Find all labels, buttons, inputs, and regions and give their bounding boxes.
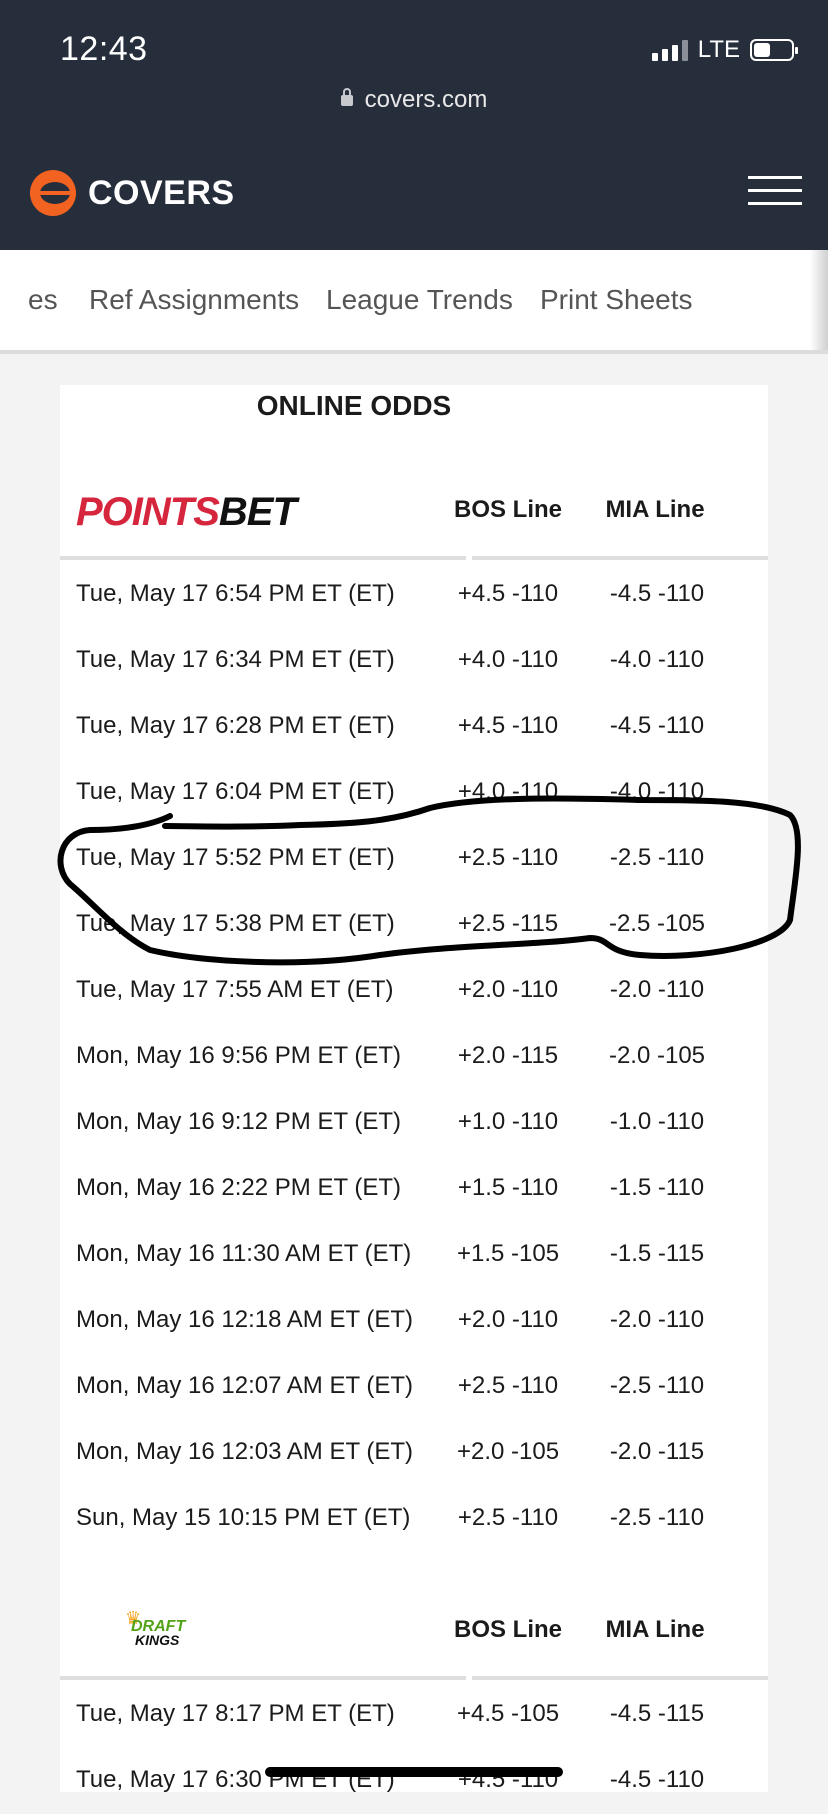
- row-date: Tue, May 17 6:28 PM ET (ET): [76, 712, 395, 739]
- odds-row: Tue, May 17 6:54 PM ET (ET) +4.5 -110 -4.5…: [60, 562, 768, 628]
- odds-row: Tue, May 17 5:52 PM ET (ET) +2.5 -110 -2.5…: [60, 826, 768, 892]
- address-bar[interactable]: covers.com: [0, 86, 828, 114]
- bos-line-value: +4.5 -110: [457, 580, 559, 607]
- row-date: Mon, May 16 12:18 AM ET (ET): [76, 1306, 414, 1333]
- mia-line-value: -4.5 -110: [609, 580, 705, 607]
- bos-line-header: BOS Line: [453, 496, 562, 523]
- draftkings-logo[interactable]: ♛ DRAFT KINGS: [125, 1608, 185, 1648]
- book-header-draftkings: ♛ DRAFT KINGS BOS Line MIA Line: [60, 1590, 768, 1680]
- mia-line-value: -4.5 -110: [609, 1766, 705, 1793]
- covers-logo-mark-icon: [30, 170, 76, 216]
- tab-print-sheets[interactable]: Print Sheets: [540, 284, 693, 316]
- row-date: Mon, May 16 12:07 AM ET (ET): [76, 1372, 414, 1399]
- status-time: 12:43: [60, 30, 148, 68]
- odds-row: Mon, May 16 9:12 PM ET (ET) +1.0 -110 -1.0…: [60, 1090, 768, 1156]
- row-date: Tue, May 17 6:34 PM ET (ET): [76, 646, 395, 673]
- mia-line-value: -4.0 -110: [609, 646, 705, 673]
- mia-line-value: -2.0 -105: [608, 1042, 706, 1069]
- bos-line-value: +2.5 -110: [457, 844, 559, 871]
- row-date: Mon, May 16 12:03 AM ET (ET): [76, 1438, 414, 1465]
- odds-row: Mon, May 16 12:03 AM ET (ET) +2.0 -105 -2.…: [60, 1420, 768, 1486]
- bos-line-value: +4.5 -105: [456, 1700, 560, 1727]
- battery-fill: [754, 43, 771, 57]
- row-date: Sun, May 15 10:15 PM ET (ET): [76, 1504, 411, 1531]
- odds-row: Mon, May 16 12:18 AM ET (ET) +2.0 -110 -2.…: [60, 1288, 768, 1354]
- mia-line-value: -2.0 -115: [609, 1438, 705, 1465]
- mia-line-value: -2.0 -110: [609, 1306, 705, 1333]
- row-date: Mon, May 16 9:12 PM ET (ET): [76, 1108, 401, 1135]
- home-indicator[interactable]: [265, 1767, 563, 1777]
- odds-row: Mon, May 16 11:30 AM ET (ET) +1.5 -105 -1.…: [60, 1222, 768, 1288]
- odds-row: Mon, May 16 12:07 AM ET (ET) +2.5 -110 -2.…: [60, 1354, 768, 1420]
- row-date: Tue, May 17 5:38 PM ET (ET): [76, 910, 395, 937]
- sub-nav-tabs: es Ref Assignments League Trends Print S…: [0, 250, 828, 354]
- section-title: ONLINE ODDS: [256, 390, 452, 421]
- mia-line-value: -1.0 -110: [609, 1108, 705, 1135]
- mia-line-value: -2.5 -105: [608, 910, 706, 937]
- odds-row: Mon, May 16 2:22 PM ET (ET) +1.5 -110 -1.5…: [60, 1156, 768, 1222]
- mia-line-value: -2.5 -110: [609, 1372, 705, 1399]
- pointsbet-logo[interactable]: POINTSBET: [76, 490, 297, 535]
- bos-line-value: +4.0 -110: [457, 778, 559, 805]
- status-icons: LTE: [651, 36, 798, 64]
- row-date: Tue, May 17 8:17 PM ET (ET): [76, 1700, 395, 1727]
- bos-line-value: +4.5 -110: [457, 712, 559, 739]
- bos-line-value: +2.5 -110: [457, 1504, 559, 1531]
- bos-line-value: +2.0 -115: [457, 1042, 559, 1069]
- bos-line-value: +2.0 -110: [457, 976, 559, 1003]
- tab-league-trends[interactable]: League Trends: [326, 284, 513, 316]
- mia-line-value: -4.5 -115: [609, 1700, 705, 1727]
- row-date: Tue, May 17 6:54 PM ET (ET): [76, 580, 395, 607]
- odds-row: Tue, May 17 5:38 PM ET (ET) +2.5 -115 -2.5…: [60, 892, 768, 958]
- odds-row: Tue, May 17 8:17 PM ET (ET) +4.5 -105 -4.5…: [60, 1682, 768, 1748]
- mia-line-value: -4.5 -110: [609, 712, 705, 739]
- header-divider: [472, 556, 768, 560]
- bos-line-value: +2.5 -115: [457, 910, 559, 937]
- tab-partial[interactable]: es: [28, 284, 58, 316]
- header-divider: [60, 556, 466, 560]
- header-divider: [60, 1676, 466, 1680]
- mia-line-header: MIA Line: [605, 496, 705, 523]
- odds-row: Mon, May 16 9:56 PM ET (ET) +2.0 -115 -2.0…: [60, 1024, 768, 1090]
- odds-row: Sun, May 15 10:15 PM ET (ET) +2.5 -110 -2.…: [60, 1486, 768, 1552]
- odds-row: Tue, May 17 6:34 PM ET (ET) +4.0 -110 -4.0…: [60, 628, 768, 694]
- odds-row: Tue, May 17 7:55 AM ET (ET) +2.0 -110 -2.0…: [60, 958, 768, 1024]
- battery-icon: [750, 39, 798, 61]
- bos-line-value: +2.0 -105: [456, 1438, 560, 1465]
- bos-line-value: +4.0 -110: [457, 646, 559, 673]
- row-date: Tue, May 17 5:52 PM ET (ET): [76, 844, 395, 871]
- bos-line-value: +1.5 -105: [456, 1240, 560, 1267]
- mia-line-value: -2.5 -110: [609, 844, 705, 871]
- odds-row: Tue, May 17 6:30 PM ET (ET) +4.5 -110 -4.5…: [60, 1748, 768, 1814]
- mia-line-value: -4.0 -110: [609, 778, 705, 805]
- mia-line-value: -1.5 -115: [609, 1240, 705, 1267]
- header-divider: [472, 1676, 768, 1680]
- row-date: Tue, May 17 6:04 PM ET (ET): [76, 778, 395, 805]
- brand-name: COVERS: [88, 173, 235, 212]
- row-date: Tue, May 17 7:55 AM ET (ET): [76, 976, 394, 1003]
- site-header: 12:43 LTE covers.com COVERS: [0, 0, 828, 250]
- book-header-pointsbet: POINTSBET BOS Line MIA Line: [60, 470, 768, 560]
- covers-logo[interactable]: COVERS: [30, 170, 235, 216]
- signal-icon: [651, 39, 688, 61]
- bos-line-value: +2.5 -110: [457, 1372, 559, 1399]
- bos-line-value: +2.0 -110: [457, 1306, 559, 1333]
- network-label: LTE: [697, 36, 740, 63]
- menu-icon[interactable]: [748, 176, 802, 208]
- odds-row: Tue, May 17 6:04 PM ET (ET) +4.0 -110 -4.0…: [60, 760, 768, 826]
- row-date: Mon, May 16 2:22 PM ET (ET): [76, 1174, 401, 1201]
- odds-row: Tue, May 17 6:28 PM ET (ET) +4.5 -110 -4.5…: [60, 694, 768, 760]
- url-text: covers.com: [364, 86, 488, 113]
- bos-line-value: +1.0 -110: [457, 1108, 559, 1135]
- tab-ref-assignments[interactable]: Ref Assignments: [89, 284, 299, 316]
- bos-line-header: BOS Line: [453, 1616, 562, 1643]
- row-date: Mon, May 16 9:56 PM ET (ET): [76, 1042, 401, 1069]
- row-date: Mon, May 16 11:30 AM ET (ET): [76, 1240, 412, 1267]
- mia-line-value: -2.0 -110: [609, 976, 705, 1003]
- bos-line-value: +1.5 -110: [457, 1174, 559, 1201]
- mia-line-header: MIA Line: [605, 1616, 705, 1643]
- mia-line-value: -1.5 -110: [609, 1174, 705, 1201]
- mia-line-value: -2.5 -110: [609, 1504, 705, 1531]
- lock-icon: [340, 88, 353, 106]
